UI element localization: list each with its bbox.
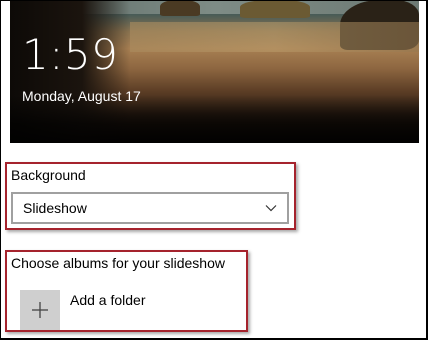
background-dropdown[interactable]: Slideshow: [11, 192, 289, 224]
add-folder-button[interactable]: Add a folder: [20, 290, 160, 330]
background-label: Background: [11, 167, 86, 183]
lock-screen-preview: 1:59 Monday, August 17: [10, 0, 419, 143]
plus-icon: [32, 302, 48, 318]
preview-wet-sand: [130, 22, 419, 52]
albums-label: Choose albums for your slideshow: [11, 255, 225, 271]
add-folder-label: Add a folder: [70, 292, 146, 308]
preview-rock: [240, 0, 310, 18]
background-selected-value: Slideshow: [23, 200, 87, 216]
add-folder-tile: [20, 290, 60, 330]
chevron-down-icon: [265, 205, 277, 212]
lock-screen-time: 1:59: [22, 30, 119, 79]
preview-rock: [160, 0, 200, 16]
lock-screen-date: Monday, August 17: [22, 88, 141, 104]
